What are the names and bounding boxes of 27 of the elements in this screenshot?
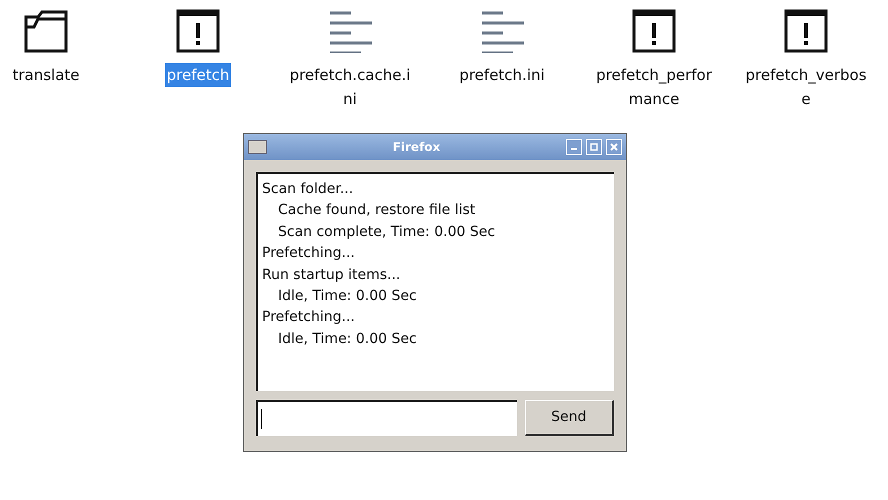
folder-icon [24, 9, 68, 53]
close-icon[interactable] [606, 139, 622, 155]
log-line: Idle, Time: 0.00 Sec [277, 330, 418, 349]
warning-window-icon [176, 9, 220, 53]
text-file-icon [480, 9, 524, 53]
log-line: Prefetching... [262, 244, 356, 264]
send-button[interactable]: Send [524, 400, 614, 436]
warning-window-icon [784, 9, 828, 53]
file-name-label[interactable]: prefetch_performance [591, 63, 717, 111]
file-name-label[interactable]: prefetch.cache.ini [287, 63, 413, 111]
minimize-icon[interactable] [566, 139, 582, 155]
file-name-label[interactable]: prefetch [164, 63, 232, 87]
log-line: Run startup items... [262, 266, 402, 285]
log-line: Prefetching... [262, 308, 356, 328]
file-name-label[interactable]: translate [10, 63, 82, 87]
window-menu-icon[interactable] [248, 140, 267, 154]
window-title: Firefox [392, 139, 442, 156]
log-line: Cache found, restore file list [277, 201, 476, 220]
message-input-field[interactable] [256, 400, 516, 436]
warning-window-icon [632, 9, 676, 53]
log-line: Scan folder... [262, 180, 354, 199]
text-file-icon [328, 9, 372, 53]
log-line: Scan complete, Time: 0.00 Sec [277, 222, 496, 242]
file-name-label[interactable]: prefetch.ini [457, 63, 547, 87]
maximize-icon[interactable] [586, 139, 602, 155]
log-line: Idle, Time: 0.00 Sec [277, 287, 418, 306]
file-name-label[interactable]: prefetch_verbose [743, 63, 869, 111]
